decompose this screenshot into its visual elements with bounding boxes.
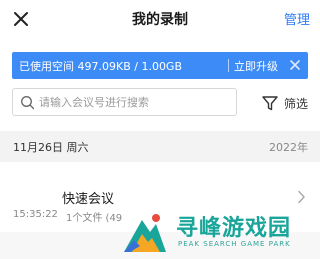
watermark-subtext: PEAK SEARCH GAME PARK — [178, 240, 291, 248]
chevron-right-icon — [298, 190, 305, 204]
search-icon — [21, 96, 35, 110]
watermark-logo-icon — [124, 214, 166, 252]
recording-file-info: 1个文件 (49 — [66, 213, 123, 224]
top-bar: 我的录制 管理 — [0, 0, 320, 40]
recording-title: 快速会议 — [62, 192, 115, 207]
watermark-text: 寻峰游戏园 — [176, 216, 292, 241]
upgrade-button[interactable]: 立即升级 — [234, 58, 278, 74]
banner-close-icon[interactable] — [288, 58, 302, 72]
manage-button[interactable]: 管理 — [284, 9, 310, 28]
recording-time: 15:35:22 — [13, 209, 58, 220]
filter-label: 筛选 — [284, 97, 309, 111]
search-box — [12, 88, 237, 116]
watermark: 寻峰游戏园 PEAK SEARCH GAME PARK — [118, 204, 318, 256]
page-title: 我的录制 — [132, 12, 188, 28]
banner-divider — [228, 59, 229, 72]
filter-icon — [262, 96, 278, 111]
group-year: 2022年 — [269, 141, 308, 154]
storage-usage-text: 已使用空间 497.09KB / 1.00GB — [19, 60, 183, 73]
storage-banner: 已使用空间 497.09KB / 1.00GB 立即升级 — [12, 52, 308, 79]
search-input[interactable] — [39, 93, 229, 111]
group-date: 11月26日 周六 — [13, 141, 89, 154]
date-group-header: 11月26日 周六 2022年 — [0, 131, 320, 162]
